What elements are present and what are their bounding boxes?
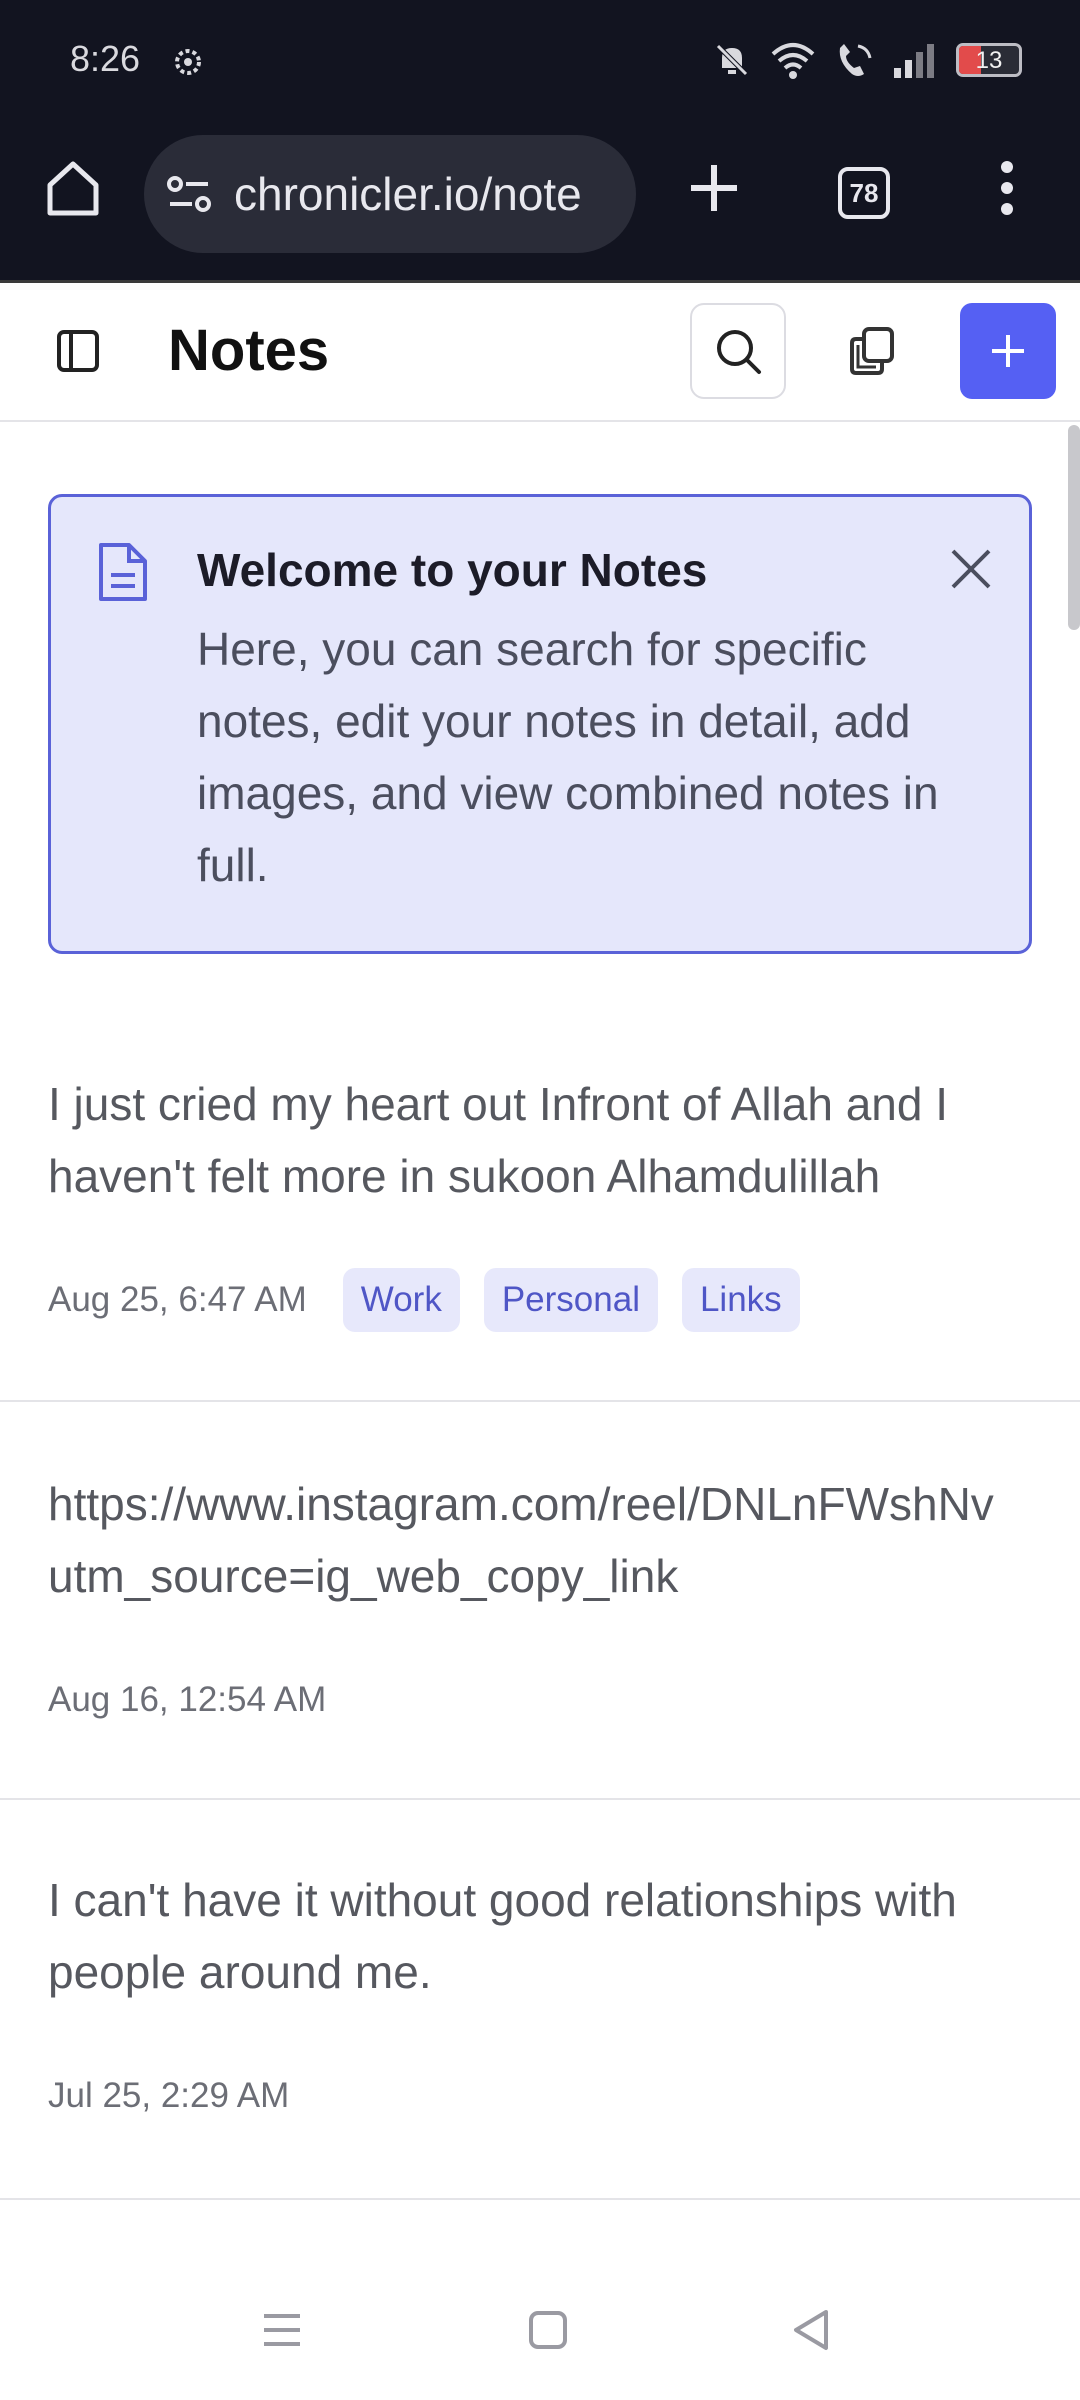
tag-work[interactable]: Work [342,1268,460,1332]
combine-notes-button[interactable] [824,303,920,399]
note-meta: Aug 16, 12:54 AM [48,1680,338,1720]
note-meta: Jul 25, 2:29 AM [48,2076,301,2116]
browser-toolbar: chronicler.io/note 78 [0,125,1080,280]
wifi-call-icon [839,44,872,76]
list-item[interactable]: I can't have it without good relationshi… [0,1800,1080,2200]
site-settings-icon[interactable] [166,174,212,214]
welcome-body: Here, you can search for specific notes,… [197,623,939,891]
system-nav-bar [0,2260,1080,2400]
sidebar-toggle-icon[interactable] [56,329,100,373]
welcome-banner: Welcome to your Notes Here, you can sear… [48,494,1032,954]
list-item[interactable]: I just cried my heart out Infront of All… [0,1030,1080,1402]
note-text: I can't have it without good relationshi… [48,1874,970,1998]
scrollbar-thumb[interactable] [1068,425,1080,630]
signal-icon [894,44,934,78]
menu-icon[interactable] [992,155,1022,221]
note-date: Aug 16, 12:54 AM [48,1680,327,1719]
battery-level: 13 [975,47,1003,74]
search-icon [717,330,761,374]
search-button[interactable] [690,303,786,399]
recent-apps-icon[interactable] [262,2312,302,2348]
document-icon [99,543,147,601]
battery-icon: 13 [956,43,1022,77]
note-date: Aug 25, 6:47 AM [48,1280,307,1319]
new-tab-icon[interactable] [686,155,742,221]
gear-icon [175,49,201,75]
app-header: Notes [0,280,1080,422]
add-note-button[interactable] [960,303,1056,399]
back-icon[interactable] [790,2308,830,2352]
note-date: Jul 25, 2:29 AM [48,2076,290,2115]
note-text: https://www.instagram.com/reel/DNLnFWshN… [48,1478,994,1602]
tag-personal[interactable]: Personal [483,1268,658,1332]
note-text: I just cried my heart out Infront of All… [48,1078,961,1202]
status-time: 8:26 [70,38,141,79]
tabs-icon[interactable]: 78 [838,167,890,219]
wifi-icon [771,43,815,79]
welcome-title: Welcome to your Notes [197,544,708,596]
bell-off-icon [716,44,748,76]
tab-count: 78 [849,178,879,208]
status-icons: 13 [712,40,1022,80]
page-title: Notes [168,318,330,383]
list-item[interactable]: https://www.instagram.com/reel/DNLnFWshN… [0,1402,1080,1800]
copy-icon [850,327,894,375]
close-icon[interactable] [943,541,999,597]
address-bar[interactable]: chronicler.io/note [144,135,636,253]
url-text: chronicler.io/note [234,168,582,220]
plus-icon [992,335,1024,367]
note-meta: Aug 25, 6:47 AM Work Personal Links [48,1268,800,1332]
home-icon[interactable] [40,155,106,221]
status-bar: 8:26 13 [0,0,1080,125]
home-nav-icon[interactable] [528,2310,568,2350]
tag-links[interactable]: Links [681,1268,800,1332]
